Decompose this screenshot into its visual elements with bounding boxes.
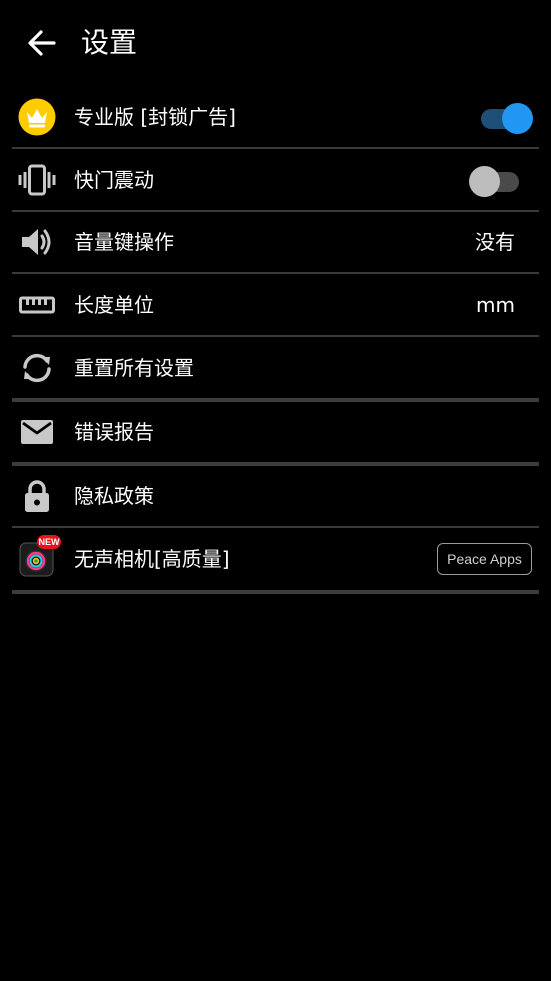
setting-label: 隐私政策: [74, 484, 154, 508]
toggle-knob: [502, 103, 533, 134]
peace-apps-button[interactable]: Peace Apps: [437, 543, 532, 575]
setting-length-unit[interactable]: 长度单位 mm: [12, 274, 539, 336]
new-badge: NEW: [37, 535, 61, 549]
app-bar: 设置: [0, 0, 551, 86]
page-title: 设置: [81, 26, 138, 59]
setting-label: 无声相机[高质量]: [74, 547, 230, 571]
lock-icon: [18, 477, 56, 515]
setting-reset-all[interactable]: 重置所有设置: [12, 337, 539, 399]
promo-silent-camera[interactable]: NEW 无声相机[高质量] Peace Apps: [12, 528, 539, 590]
setting-volume-key[interactable]: 音量键操作 没有: [12, 212, 539, 273]
sync-icon: [18, 349, 56, 387]
back-button[interactable]: [24, 26, 60, 60]
setting-label: 重置所有设置: [74, 356, 194, 380]
vibration-icon: [18, 161, 56, 199]
section-divider: [12, 590, 539, 594]
ruler-icon: [18, 286, 56, 324]
crown-icon: [18, 98, 56, 136]
toggle-knob: [469, 166, 500, 197]
setting-label: 长度单位: [74, 293, 154, 317]
setting-bug-report[interactable]: 错误报告: [12, 402, 539, 463]
setting-label: 专业版 [封锁广告]: [74, 105, 236, 129]
setting-value: mm: [476, 293, 515, 317]
settings-screen: 设置 专业版 [封锁广告] 快门震动 音量键操作 没有 长度单位 mm 重置所有…: [0, 0, 551, 981]
arrow-left-icon: [28, 30, 56, 56]
setting-privacy-policy[interactable]: 隐私政策: [12, 466, 539, 527]
setting-shutter-vibration[interactable]: 快门震动: [12, 149, 539, 211]
setting-pro[interactable]: 专业版 [封锁广告]: [12, 86, 539, 148]
setting-label: 错误报告: [74, 420, 154, 444]
pro-toggle[interactable]: [479, 100, 533, 134]
setting-label: 音量键操作: [74, 230, 174, 254]
setting-value: 没有: [475, 230, 515, 254]
setting-label: 快门震动: [74, 168, 154, 192]
mail-icon: [18, 413, 56, 451]
volume-icon: [18, 223, 56, 261]
shutter-vibration-toggle[interactable]: [469, 163, 523, 197]
